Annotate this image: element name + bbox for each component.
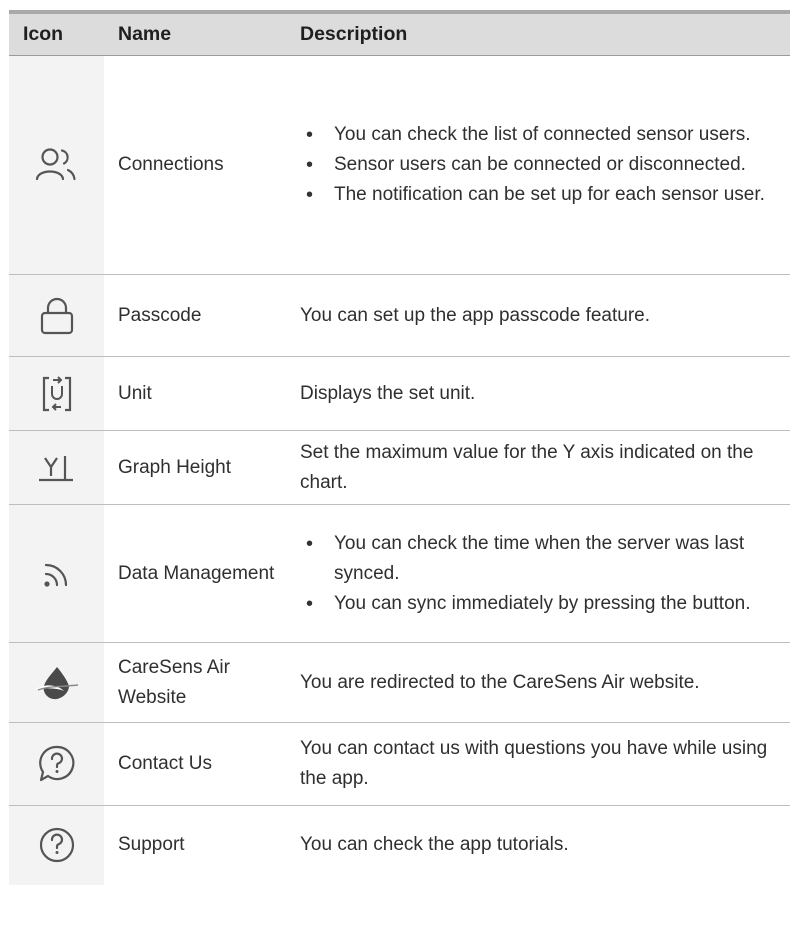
row-name: Contact Us	[104, 722, 286, 806]
row-name: Connections	[104, 55, 286, 275]
table-row: Contact Us You can contact us with quest…	[9, 722, 790, 806]
row-name: Unit	[104, 356, 286, 431]
row-name: Support	[104, 805, 286, 885]
table-header-row: Icon Name Description	[9, 10, 790, 56]
row-name: Graph Height	[104, 430, 286, 505]
icon-cell	[9, 642, 104, 723]
table-row: Unit Displays the set unit.	[9, 356, 790, 431]
icon-cell	[9, 504, 104, 643]
table-row: Passcode You can set up the app passcode…	[9, 274, 790, 357]
help-circle-icon	[39, 828, 74, 863]
bullet-item: You can check the time when the server w…	[300, 529, 772, 589]
row-description: You can check the time when the server w…	[286, 504, 790, 643]
table-row: Support You can check the app tutorials.	[9, 805, 790, 885]
lock-icon	[40, 297, 73, 334]
page: Icon Name Description Connections • You …	[0, 0, 790, 942]
sync-signal-icon	[43, 563, 67, 587]
table-row: Data Management You can check the time w…	[9, 504, 790, 643]
table-row: CareSens Air Website You are redirected …	[9, 642, 790, 723]
table-row: Graph Height Set the maximum value for t…	[9, 430, 790, 505]
bullet-item: You can sync immediately by pressing the…	[300, 589, 772, 619]
row-description: You can contact us with questions you ha…	[286, 722, 790, 806]
header-icon: Icon	[9, 10, 104, 56]
row-description: Displays the set unit.	[286, 356, 790, 431]
unit-icon	[42, 375, 71, 411]
row-description: You can check the list of connected sens…	[286, 55, 790, 275]
chat-question-icon	[38, 745, 74, 782]
table-row: Connections You can check the list of co…	[9, 55, 790, 275]
users-icon	[35, 148, 76, 181]
row-description: Set the maximum value for the Y axis ind…	[286, 430, 790, 505]
row-name: CareSens Air Website	[104, 642, 286, 723]
icon-cell	[9, 722, 104, 806]
row-name: Passcode	[104, 274, 286, 357]
header-description: Description	[286, 10, 790, 56]
bullet-item: Sensor users can be connected or disconn…	[300, 150, 772, 180]
bullet-item: You can check the list of connected sens…	[300, 120, 772, 150]
row-description: You are redirected to the CareSens Air w…	[286, 642, 790, 723]
icon-cell	[9, 430, 104, 505]
icon-cell	[9, 274, 104, 357]
settings-table: Icon Name Description Connections • You …	[9, 10, 790, 885]
row-description: You can set up the app passcode feature.	[286, 274, 790, 357]
caresens-logo-icon	[35, 666, 78, 699]
bullet-item: The notification can be set up for each …	[300, 180, 772, 210]
icon-cell	[9, 356, 104, 431]
graph-height-icon	[38, 455, 73, 481]
icon-cell	[9, 55, 104, 275]
row-description: You can check the app tutorials.	[286, 805, 790, 885]
header-name: Name	[104, 10, 286, 56]
row-name: Data Management	[104, 504, 286, 643]
icon-cell	[9, 805, 104, 885]
